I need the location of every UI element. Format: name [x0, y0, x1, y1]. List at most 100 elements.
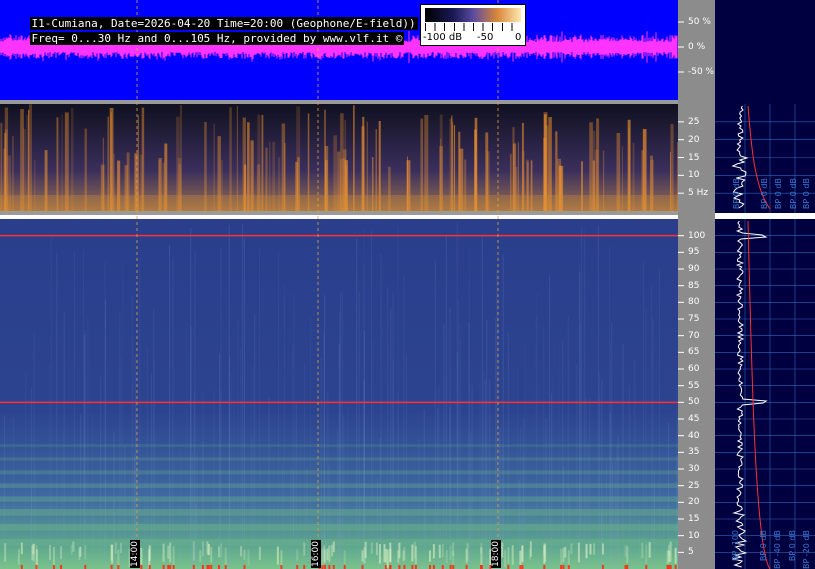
high-y-tick-label: 100 — [688, 230, 706, 241]
spectrogram-high-red-spot — [172, 565, 175, 569]
spectrogram-high-noise — [299, 446, 301, 569]
side-low-axis-label: BP 0 dB — [760, 178, 769, 210]
spectrogram-high-spark — [570, 543, 573, 554]
high-y-tick-label: 10 — [688, 530, 700, 541]
spectrogram-high-spark — [167, 545, 170, 559]
side-high-axis-label: BP 0 dB — [759, 530, 768, 562]
spectrogram-high-noise — [597, 225, 599, 569]
spectrogram-high-spark — [303, 542, 306, 556]
spectrogram-high-red-spot — [480, 565, 483, 569]
spectrogram-high-noise — [33, 333, 35, 569]
spectrogram-high-noise — [580, 227, 582, 569]
spectrogram-high-spark — [323, 549, 326, 564]
spectrogram-high-red-spot — [384, 565, 387, 569]
spectrogram-high-noise — [291, 342, 293, 569]
spectrogram-high-spark — [562, 547, 565, 563]
spectrogram-high-red-spot — [361, 565, 364, 569]
spectrogram-high-spark — [224, 547, 227, 567]
spectrogram-high-red-spot — [398, 565, 401, 569]
spectrogram-high-spark — [428, 550, 431, 562]
spectrogram-high-spark — [243, 549, 246, 560]
spectrogram-high-spark — [148, 545, 151, 562]
spectrogram-high-spark — [84, 544, 87, 560]
spectrogram-high-red-spot — [389, 565, 392, 569]
spectrogram-high-band — [0, 509, 678, 516]
spectrogram-high-noise — [120, 358, 122, 569]
spectrogram-high-noise — [139, 258, 141, 569]
spectrogram-high-spark — [449, 545, 452, 561]
spectrogram-high-noise — [348, 529, 350, 569]
spectrogram-high-noise — [34, 564, 36, 569]
spectrogram-high-spark — [438, 544, 441, 559]
spectrogram-high-spark — [140, 547, 143, 565]
spectrogram-high-noise — [558, 344, 560, 569]
spectrogram-high-noise — [310, 316, 312, 569]
spectrogram-high-spark — [383, 544, 386, 563]
high-y-tick-label: 40 — [688, 430, 700, 441]
waveform-y-tick-label: 50 % — [688, 17, 711, 27]
panel-separator-1 — [0, 100, 678, 104]
spectrogram-high-noise — [616, 446, 618, 569]
spectrogram-high-spark — [60, 546, 63, 560]
spectrogram-high-spark — [501, 542, 504, 558]
spectrogram-high-red-spot — [148, 565, 151, 569]
spectrogram-high-band — [0, 470, 678, 475]
low-y-tick-label: 5 Hz — [688, 188, 709, 199]
spectrogram-high-red-spot — [567, 565, 570, 569]
spectrogram-high-spark — [626, 546, 629, 564]
low-y-tick-label: 15 — [688, 152, 700, 163]
spectrogram-high-noise — [172, 257, 174, 569]
spectrogram-high-red-spot — [280, 565, 283, 569]
spectrogram-high-spark — [521, 545, 524, 563]
spectrogram-high-red-spot — [117, 565, 120, 569]
spectrogram-high-spark — [645, 544, 648, 564]
spectrogram-high-spark — [364, 541, 367, 559]
spectrogram-high-band — [0, 457, 678, 461]
spectrogram-high-red-spot — [35, 565, 38, 569]
spectrogram-high-red-spot — [206, 565, 209, 569]
spectrogram-high-spark — [321, 548, 324, 567]
spectrogram-high-noise — [278, 251, 280, 569]
spectrogram-high-noise — [536, 317, 538, 569]
spectrogram-high-noise — [434, 259, 436, 569]
header-subtitle: Freq= 0...30 Hz and 0...105 Hz, provided… — [29, 32, 405, 45]
spectrogram-high-spark — [332, 541, 335, 553]
spectrogram-high-spark — [504, 549, 507, 568]
spectrogram-high-noise — [84, 329, 86, 569]
spectrogram-high-noise — [304, 362, 306, 569]
spectrogram-high-noise — [253, 366, 255, 569]
spectrogram-high-spark — [210, 546, 213, 563]
spectrogram-high-red-spot — [452, 565, 455, 569]
spectrogram-high-noise — [652, 318, 654, 569]
spectrogram-high-noise — [370, 230, 372, 569]
spectrogram-high-red-spot — [521, 565, 524, 569]
spectrogram-high-red-spot — [560, 565, 563, 569]
waveform-y-tick-label: -50 % — [688, 67, 715, 77]
spectrogram-high-spark — [378, 544, 381, 564]
spectrogram-high-band — [0, 483, 678, 488]
spectrogram-high-red-spot — [414, 565, 417, 569]
spectrogram-high-red-spot — [441, 565, 444, 569]
time-marker-label: 16:00 — [311, 540, 321, 568]
spectrogram-high-spark — [624, 545, 627, 557]
spectrogram-high-spark — [20, 542, 23, 555]
spectrogram-high-red-spot — [167, 565, 170, 569]
spectrogram-high-spark — [78, 548, 81, 560]
spectrogram-high-spark — [452, 550, 455, 565]
spectrogram-high-noise — [190, 228, 192, 569]
spectrogram-high-red-spot — [519, 565, 522, 569]
spectrogram-high-noise — [643, 259, 645, 569]
spectrogram-high-red-spot — [507, 565, 510, 569]
spectrogram-high-noise — [567, 316, 569, 569]
spectrogram-high-noise — [609, 246, 611, 569]
low-y-tick-label: 10 — [688, 170, 700, 181]
panel-separator-2 — [0, 211, 678, 215]
spectrogram-high-red-spot — [321, 565, 324, 569]
spectrogram-high-spark — [529, 541, 532, 557]
spectrogram-high-spark — [445, 549, 448, 564]
spectrogram-high-spark — [72, 541, 75, 552]
spectrogram-low-burst — [28, 104, 32, 211]
spectrogram-high-noise — [1, 564, 3, 569]
spectrogram-high-noise — [80, 414, 82, 569]
spectrogram-high-spark — [375, 542, 378, 556]
